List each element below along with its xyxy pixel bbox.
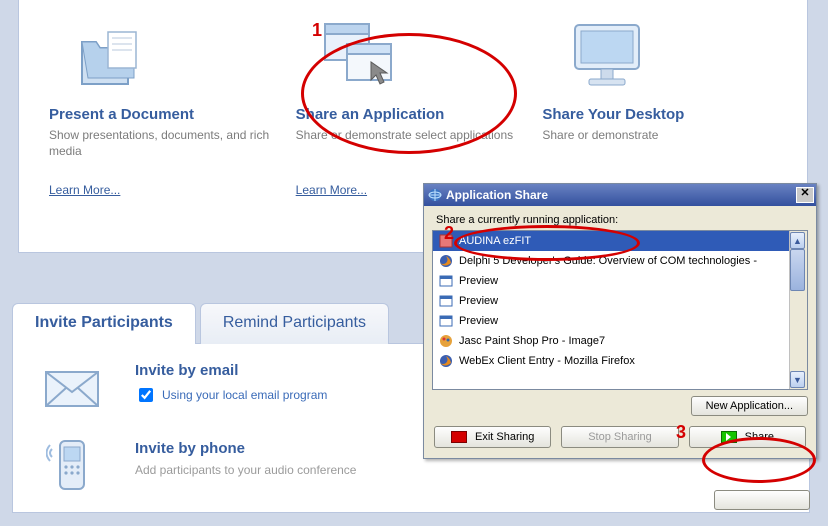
app-label: Delphi 5 Developer's Guide: Overview of … [459, 255, 757, 267]
application-share-dialog: Application Share ✕ Share a currently ru… [423, 183, 817, 459]
app-item-preview[interactable]: Preview [433, 271, 807, 291]
window-icon [439, 314, 453, 328]
dialog-titlebar[interactable]: Application Share ✕ [424, 184, 816, 206]
folder-document-icon [49, 8, 179, 104]
invite-phone-desc: Add participants to your audio conferenc… [135, 463, 356, 477]
option-desc: Share or demonstrate select applications [296, 127, 513, 161]
app-label: Preview [459, 295, 498, 307]
list-scrollbar[interactable]: ▲ ▼ [789, 231, 807, 389]
new-application-button[interactable]: New Application... [691, 396, 808, 416]
option-title: Share Your Desktop [542, 106, 684, 123]
checkbox-text: Using your local email program [162, 388, 327, 402]
app-label: AUDINA ezFIT [459, 235, 531, 247]
stop-square-icon [451, 431, 467, 443]
option-title: Present a Document [49, 106, 194, 123]
app-item-audina[interactable]: AUDINA ezFIT [433, 231, 807, 251]
share-button[interactable]: Share [689, 426, 806, 448]
application-list[interactable]: AUDINA ezFIT Delphi 5 Developer's Guide:… [432, 230, 808, 390]
envelope-icon [37, 362, 107, 416]
tab-remind-participants[interactable]: Remind Participants [200, 303, 389, 344]
learn-more-link[interactable]: Learn More... [49, 183, 120, 197]
option-desc: Share or demonstrate [542, 127, 658, 161]
app-item-preview[interactable]: Preview [433, 311, 807, 331]
tab-invite-participants[interactable]: Invite Participants [12, 303, 196, 344]
option-share-application[interactable]: Share an Application Share or demonstrat… [296, 8, 543, 197]
app-label: Preview [459, 315, 498, 327]
firefox-icon [439, 354, 453, 368]
invite-email-title: Invite by email [135, 362, 327, 379]
scroll-up-icon[interactable]: ▲ [790, 232, 805, 249]
windows-cursor-icon [296, 8, 426, 104]
invite-phone-title: Invite by phone [135, 440, 356, 457]
globe-icon [428, 188, 442, 202]
app-label: Jasc Paint Shop Pro - Image7 [459, 335, 605, 347]
dialog-prompt: Share a currently running application: [436, 214, 808, 226]
stop-sharing-button: Stop Sharing [561, 426, 678, 448]
learn-more-link[interactable]: Learn More... [296, 183, 367, 197]
dialog-title: Application Share [446, 188, 796, 202]
close-icon[interactable]: ✕ [796, 187, 814, 203]
local-email-checkbox[interactable] [139, 388, 153, 402]
button-label: Exit Sharing [475, 431, 534, 443]
app-item-webex[interactable]: WebEx Client Entry - Mozilla Firefox [433, 351, 807, 371]
app-label: Preview [459, 275, 498, 287]
option-present-document[interactable]: Present a Document Show presentations, d… [49, 8, 296, 197]
monitor-icon [542, 8, 672, 104]
local-email-checkbox-label[interactable]: Using your local email program [135, 385, 327, 405]
firefox-icon [439, 254, 453, 268]
option-desc: Show presentations, documents, and rich … [49, 127, 284, 161]
button-label: Share [745, 431, 774, 443]
scroll-down-icon[interactable]: ▼ [790, 371, 805, 388]
exit-sharing-button[interactable]: Exit Sharing [434, 426, 551, 448]
play-icon [721, 431, 737, 443]
app-label: WebEx Client Entry - Mozilla Firefox [459, 355, 635, 367]
phone-icon [37, 440, 107, 494]
paintshop-icon [439, 334, 453, 348]
window-icon [439, 274, 453, 288]
app-icon [439, 234, 453, 248]
copy-link-button-partial[interactable]: Copy Link [714, 490, 810, 510]
scroll-thumb[interactable] [790, 249, 805, 291]
app-item-preview[interactable]: Preview [433, 291, 807, 311]
option-title: Share an Application [296, 106, 445, 123]
window-icon [439, 294, 453, 308]
app-item-jasc[interactable]: Jasc Paint Shop Pro - Image7 [433, 331, 807, 351]
option-share-desktop[interactable]: Share Your Desktop Share or demonstrate [542, 8, 789, 197]
app-item-delphi[interactable]: Delphi 5 Developer's Guide: Overview of … [433, 251, 807, 271]
